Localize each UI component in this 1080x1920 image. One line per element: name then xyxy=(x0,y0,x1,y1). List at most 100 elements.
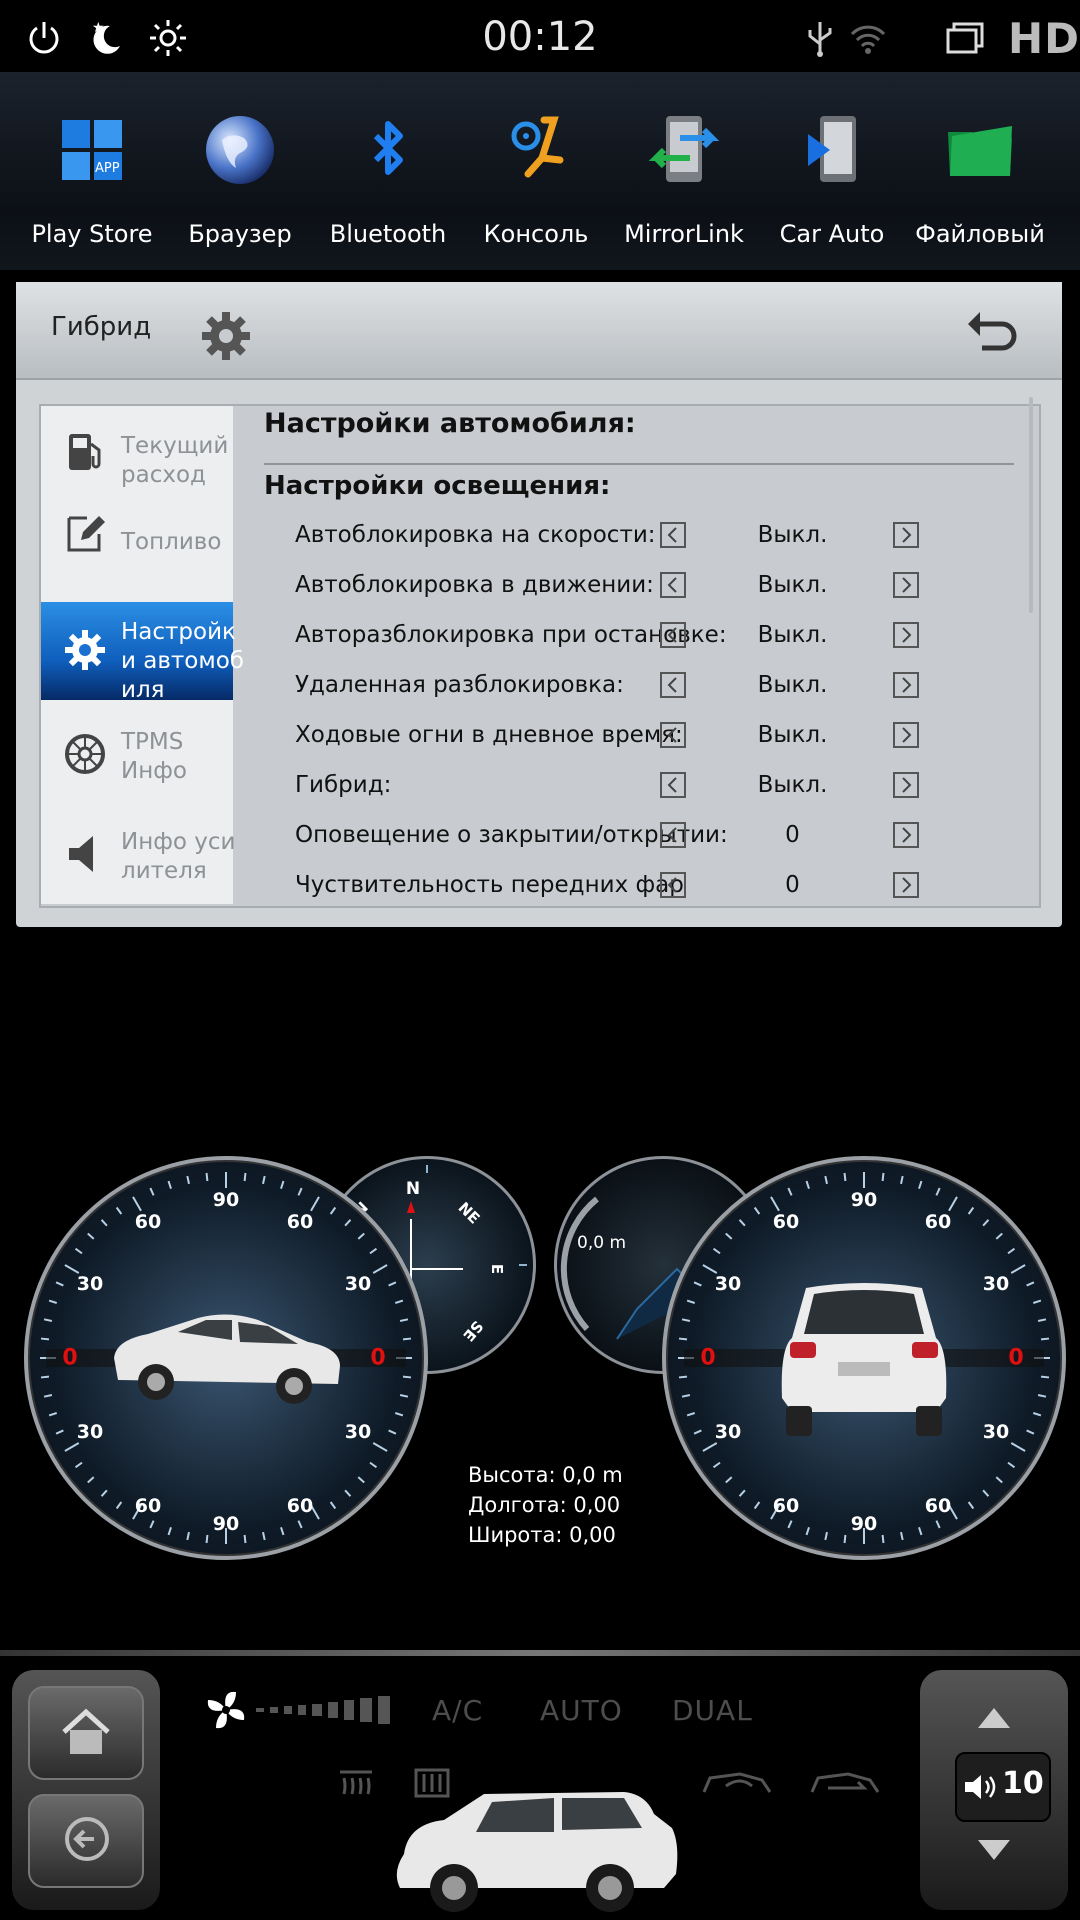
wifi-icon xyxy=(850,25,886,54)
rear-defrost-icon[interactable] xyxy=(336,1766,376,1800)
settings-menu: Текущий расход Топливо Настройк и автомо… xyxy=(41,406,244,906)
app-console[interactable]: Консоль xyxy=(462,72,610,270)
menu-item-fuel[interactable]: Топливо xyxy=(41,486,233,586)
latitude-readout: Широта: 0,00 xyxy=(468,1523,616,1547)
car-rear-icon xyxy=(781,1283,947,1436)
setting-value: Выкл. xyxy=(757,722,828,748)
gauge-number: 60 xyxy=(286,1495,314,1517)
tilt-gauge-left: 90 60 60 30 30 0 0 30 30 60 60 90 xyxy=(24,1156,428,1560)
setting-label: Автоблокировка на скорости: xyxy=(295,522,656,548)
section-heading: Настройки автомобиля: xyxy=(264,408,636,439)
setting-row: Оповещение о закрытии/открытии: 0 xyxy=(295,814,1035,864)
increase-button[interactable] xyxy=(893,722,919,748)
gauge-number: 60 xyxy=(134,1495,162,1517)
gauge-number: 30 xyxy=(76,1421,104,1443)
fan-speed-bar[interactable] xyxy=(256,1694,406,1726)
menu-item-tpms[interactable]: TPMS Инфо xyxy=(41,706,233,806)
home-button[interactable] xyxy=(28,1686,144,1780)
increase-button[interactable] xyxy=(893,572,919,598)
app-browser[interactable]: Браузер xyxy=(166,72,314,270)
decrease-button[interactable] xyxy=(660,822,686,848)
gauge-number: 90 xyxy=(212,1189,240,1211)
speaker-icon xyxy=(69,836,93,872)
app-label: Браузер xyxy=(188,220,292,248)
setting-value: Выкл. xyxy=(757,622,828,648)
gauge-number: 30 xyxy=(714,1421,742,1443)
app-bluetooth[interactable]: Bluetooth xyxy=(314,72,462,270)
chevron-left-icon xyxy=(667,827,677,843)
increase-button[interactable] xyxy=(893,772,919,798)
fresh-air-icon[interactable] xyxy=(808,1768,884,1798)
decrease-button[interactable] xyxy=(660,722,686,748)
home-icon xyxy=(62,1708,110,1754)
decrease-button[interactable] xyxy=(660,672,686,698)
decrease-button[interactable] xyxy=(660,572,686,598)
longitude-readout: Долгота: 0,00 xyxy=(468,1493,621,1517)
window-header xyxy=(16,282,1062,380)
decrease-button[interactable] xyxy=(660,872,686,898)
gauge-number: 30 xyxy=(714,1273,742,1295)
folder-icon xyxy=(948,126,1012,176)
steering-wheel-icon xyxy=(511,116,564,178)
dual-button[interactable]: DUAL xyxy=(672,1694,753,1727)
app-store-icon: APP xyxy=(62,120,122,180)
fuel-pump-icon xyxy=(69,434,101,470)
menu-item-label: Топливо xyxy=(121,529,222,555)
altitude-readout: Высота: 0,0 m xyxy=(468,1463,623,1487)
hd-badge: HD xyxy=(1007,14,1080,63)
setting-value: Выкл. xyxy=(757,522,828,548)
setting-row: Авторазблокировка при остановке: Выкл. xyxy=(295,614,1035,664)
increase-button[interactable] xyxy=(893,822,919,848)
edit-note-icon xyxy=(67,516,105,552)
menu-item-label: Инфо уси лителя xyxy=(121,829,236,884)
chevron-right-icon xyxy=(902,827,912,843)
setting-label: Удаленная разблокировка: xyxy=(295,672,624,698)
suv-icon xyxy=(396,1792,678,1912)
app-label: Bluetooth xyxy=(329,220,447,248)
gauge-number: 30 xyxy=(344,1421,372,1443)
ac-button[interactable]: A/C xyxy=(432,1694,483,1727)
speaker-icon xyxy=(965,1775,996,1799)
climate-panel: A/C AUTO DUAL xyxy=(172,1660,912,1920)
setting-row: Удаленная разблокировка: Выкл. xyxy=(295,664,1035,714)
volume-up-icon[interactable] xyxy=(974,1704,1014,1730)
setting-value: 0 xyxy=(785,822,800,848)
increase-button[interactable] xyxy=(893,622,919,648)
gauge-number: 90 xyxy=(850,1189,878,1211)
decrease-button[interactable] xyxy=(660,772,686,798)
volume-down-icon[interactable] xyxy=(974,1838,1014,1864)
menu-item-car-settings[interactable]: Настройк и автомоб иля xyxy=(41,602,244,703)
setting-value: Выкл. xyxy=(757,672,828,698)
app-car-auto[interactable]: Car Auto xyxy=(758,72,906,270)
app-label: Play Store xyxy=(31,220,153,248)
chevron-left-icon xyxy=(667,777,677,793)
fan-icon[interactable] xyxy=(202,1686,250,1734)
app-file-manager[interactable]: Файловый xyxy=(906,72,1054,270)
chevron-left-icon xyxy=(667,677,677,693)
chevron-left-icon xyxy=(667,727,677,743)
back-circle-icon xyxy=(65,1817,109,1861)
increase-button[interactable] xyxy=(893,672,919,698)
decrease-button[interactable] xyxy=(660,622,686,648)
compass-label: E xyxy=(488,1263,506,1275)
setting-value: Выкл. xyxy=(757,572,828,598)
gauge-number: 30 xyxy=(344,1273,372,1295)
gear-icon[interactable] xyxy=(200,310,252,362)
chevron-right-icon xyxy=(902,527,912,543)
app-label: MirrorLink xyxy=(624,220,744,248)
car-auto-icon xyxy=(808,116,856,182)
back-arrow-icon[interactable] xyxy=(962,302,1018,358)
setting-row: Автоблокировка на скорости: Выкл. xyxy=(295,514,1035,564)
app-mirrorlink[interactable]: MirrorLink xyxy=(610,72,758,270)
decrease-button[interactable] xyxy=(660,522,686,548)
chevron-right-icon xyxy=(902,677,912,693)
back-button[interactable] xyxy=(28,1794,144,1888)
gauge-number: 30 xyxy=(76,1273,104,1295)
auto-button[interactable]: AUTO xyxy=(540,1694,623,1727)
increase-button[interactable] xyxy=(893,872,919,898)
increase-button[interactable] xyxy=(893,522,919,548)
recent-apps-icon[interactable] xyxy=(944,18,984,58)
recirculation-icon[interactable] xyxy=(700,1768,776,1798)
menu-item-amplifier[interactable]: Инфо уси лителя xyxy=(41,806,236,906)
app-play-store[interactable]: APP Play Store xyxy=(18,72,166,270)
